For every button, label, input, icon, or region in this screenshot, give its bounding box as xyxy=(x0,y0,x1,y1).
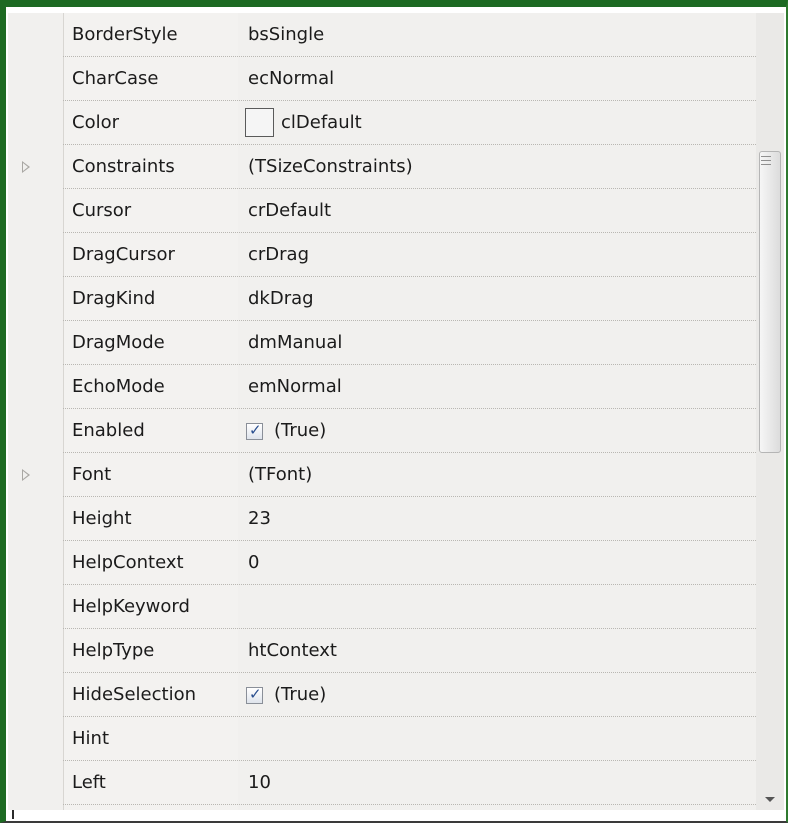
property-row[interactable]: Cursor crDefault xyxy=(8,189,756,233)
property-row[interactable]: DragKind dkDrag xyxy=(8,277,756,321)
triangle-right-icon[interactable] xyxy=(22,161,30,173)
property-row[interactable]: Height 23 xyxy=(8,497,756,541)
property-name: EchoMode xyxy=(72,376,165,397)
property-value[interactable]: ecNormal xyxy=(248,57,334,101)
color-swatch[interactable] xyxy=(245,108,274,137)
property-name: HideSelection xyxy=(72,684,196,705)
property-value[interactable]: dkDrag xyxy=(248,277,314,321)
property-name: Hint xyxy=(72,728,110,749)
property-value[interactable]: dmManual xyxy=(248,321,342,365)
property-row[interactable]: Left 10 xyxy=(8,761,756,805)
property-row[interactable]: EchoMode emNormal xyxy=(8,365,756,409)
property-name: Left xyxy=(72,772,106,793)
property-checkbox[interactable]: ✓ xyxy=(246,421,263,440)
property-value[interactable]: crDrag xyxy=(248,233,309,277)
property-row[interactable]: HideSelection ✓ (True) xyxy=(8,673,756,717)
property-name: DragCursor xyxy=(72,244,175,265)
property-row[interactable]: DragMode dmManual xyxy=(8,321,756,365)
property-name: BorderStyle xyxy=(72,24,178,45)
property-name: Height xyxy=(72,508,132,529)
property-row[interactable]: CharCase ecNormal xyxy=(8,57,756,101)
row-divider xyxy=(63,804,756,805)
property-row[interactable]: Color clDefault xyxy=(8,101,756,145)
property-checkbox[interactable]: ✓ xyxy=(246,685,263,704)
property-row[interactable]: HelpKeyword xyxy=(8,585,756,629)
property-name: Cursor xyxy=(72,200,132,221)
property-value[interactable]: 10 xyxy=(248,761,271,805)
property-value[interactable]: bsSingle xyxy=(248,13,324,57)
property-value[interactable]: htContext xyxy=(248,629,337,673)
property-row[interactable]: DragCursor crDrag xyxy=(8,233,756,277)
scrollbar-thumb[interactable] xyxy=(759,151,781,453)
property-value[interactable]: 0 xyxy=(248,541,259,585)
property-name: Font xyxy=(72,464,112,485)
property-name: CharCase xyxy=(72,68,159,89)
property-row[interactable]: Constraints (TSizeConstraints) xyxy=(8,145,756,189)
property-value[interactable]: (True) xyxy=(274,409,326,453)
property-value[interactable]: 23 xyxy=(248,497,271,541)
arrow-down-icon[interactable] xyxy=(765,797,775,802)
property-value[interactable]: (True) xyxy=(274,673,326,717)
property-row[interactable]: BorderStyle bsSingle xyxy=(8,13,756,57)
property-row[interactable]: Hint xyxy=(8,717,756,761)
property-row[interactable]: HelpType htContext xyxy=(8,629,756,673)
property-name: Enabled xyxy=(72,420,145,441)
property-row[interactable]: Enabled ✓ (True) xyxy=(8,409,756,453)
property-row[interactable]: Font (TFont) xyxy=(8,453,756,497)
property-name: HelpKeyword xyxy=(72,596,190,617)
checkmark-icon: ✓ xyxy=(249,685,262,703)
checkmark-icon: ✓ xyxy=(249,421,262,439)
property-name: DragMode xyxy=(72,332,165,353)
triangle-right-icon[interactable] xyxy=(22,469,30,481)
grip-lines-icon xyxy=(761,156,771,168)
property-name: Color xyxy=(72,112,119,133)
property-value[interactable]: emNormal xyxy=(248,365,342,409)
property-value[interactable]: crDefault xyxy=(248,189,331,233)
property-name: HelpType xyxy=(72,640,155,661)
property-value[interactable]: clDefault xyxy=(281,101,362,145)
property-row[interactable]: HelpContext 0 xyxy=(8,541,756,585)
property-name: DragKind xyxy=(72,288,156,309)
property-name: Constraints xyxy=(72,156,175,177)
property-value[interactable]: (TSizeConstraints) xyxy=(248,145,413,189)
property-value[interactable]: (TFont) xyxy=(248,453,312,497)
property-name: HelpContext xyxy=(72,552,184,573)
vertical-scrollbar[interactable] xyxy=(756,13,784,810)
property-grid: BorderStyle bsSingle CharCase ecNormal Color… xyxy=(8,13,756,810)
